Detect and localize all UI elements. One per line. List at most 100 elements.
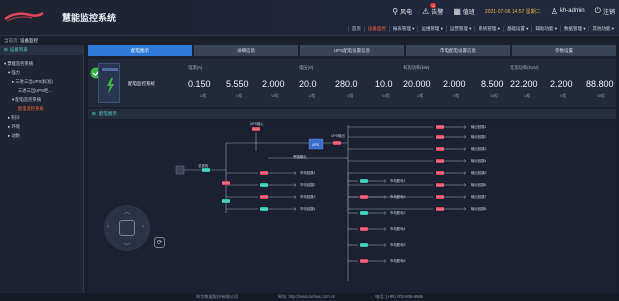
metric-value: 2.200: [550, 79, 573, 89]
tree-node[interactable]: ▾ 配电监控系统: [4, 95, 79, 104]
tree-node[interactable]: ▸ 环境: [4, 122, 79, 131]
tree-icon: ⊞: [4, 47, 8, 52]
nav-reports[interactable]: 报表管理 ▾: [388, 26, 418, 32]
device-tree: ▾ 慧能监控系统 ▾ 强力 ▸ 三进三出UPS(标准) 三进三出UPS柜... …: [0, 55, 83, 144]
nav-system[interactable]: 系统管理 ▾: [474, 26, 503, 32]
nav-other[interactable]: 其他功能 ▾: [588, 26, 617, 32]
diagram-title: 配电图示: [98, 111, 117, 116]
diagram-header: ⊞ 配电图示: [88, 109, 616, 119]
phase-label: V相: [346, 94, 354, 98]
mains-circuit-label: 市电回路4: [300, 206, 316, 211]
mains-distribution-label: 市电配电1: [390, 178, 406, 183]
phase-label: W相: [597, 94, 605, 98]
tab-details[interactable]: 详细信息: [194, 45, 298, 56]
nav-aux[interactable]: 辅助功能 ▾: [531, 26, 560, 32]
pan-up-icon[interactable]: ︿: [124, 207, 130, 216]
refresh-button[interactable]: ⟳: [154, 237, 165, 248]
flow-arrow-icon: [288, 171, 297, 175]
phase-label: V相: [452, 94, 460, 98]
phase-label: U相: [199, 94, 207, 98]
flow-arrow-icon: [288, 183, 297, 187]
user-name: kh-admin: [559, 8, 585, 14]
meter-icon: [175, 165, 185, 175]
tree-node[interactable]: ▸ 三进三出UPS(标准): [4, 77, 79, 86]
phase-label: U相: [416, 94, 424, 98]
nav-operations[interactable]: 运营管理 ▾: [445, 26, 475, 32]
footer-phone: 电话: (+86) 400-808-9986: [375, 294, 423, 299]
alarm-badge: 1: [430, 2, 437, 8]
main-input-label: 总进线: [198, 163, 209, 168]
tab-ups-settings[interactable]: UPS配电设置信息: [300, 45, 404, 56]
metric-value: 2.000: [443, 79, 466, 89]
mains-distribution-label: 市电配电4: [390, 226, 406, 231]
metric-reactive-power: 无功功率(kVar) 22.200 2.200 88.800 U相 V相 W相: [510, 59, 616, 107]
app-title: 慧能监控系统: [62, 13, 117, 23]
output-circuit-label: 输出回路8: [471, 206, 487, 211]
flow-arrow-icon: [378, 211, 387, 215]
metric-title: 有功功率(kW): [403, 65, 430, 70]
flow-arrow-icon: [458, 195, 467, 199]
bypass-label: 旁路输出: [293, 154, 307, 159]
mains-distribution-label: 市电配电2: [390, 194, 406, 199]
alarm-label: 告警: [431, 9, 444, 16]
cabinet-icon: [98, 63, 120, 103]
breadcrumb: 当前页: 设备监控: [4, 38, 38, 44]
tab-distribution-diagram[interactable]: 配电图示: [88, 45, 192, 56]
nav-home[interactable]: 首页: [347, 26, 364, 32]
tree-node[interactable]: ▾ 强力: [4, 68, 79, 77]
main-nav: 首页 设备监控 报表管理 ▾ 运维管理 ▾ 运营管理 ▾ 系统管理 ▾ 基础设置…: [347, 26, 617, 32]
nav-data[interactable]: 数据管理 ▾: [559, 26, 589, 32]
duty-action[interactable]: ▦ 值班: [453, 7, 475, 16]
tab-mains-settings[interactable]: 市电配电设置信息: [406, 45, 510, 56]
flow-arrow-icon: [458, 125, 467, 129]
sidebar-title: 设备列表: [9, 47, 28, 52]
output-circuit-label: 输出回路1: [471, 124, 487, 129]
pan-right-icon[interactable]: ›: [142, 224, 144, 230]
metric-title: 电压(V): [299, 65, 314, 70]
metric-title: 无功功率(kVar): [510, 65, 539, 70]
app-header: 慧能监控系统 ⚲ 风电 ⚠ 1 告警 ▦ 值班 2021-07-06 14:57…: [0, 0, 619, 36]
output-circuit-label: 输出回路5: [471, 170, 487, 175]
ups-output-label: UPS输出: [331, 133, 345, 138]
flow-arrow-icon: [288, 207, 297, 211]
pan-left-icon[interactable]: ‹: [107, 224, 109, 230]
nav-settings[interactable]: 基础设置 ▾: [502, 26, 532, 32]
wind-action[interactable]: ⚲ 风电: [392, 7, 412, 16]
flow-arrow-icon: [378, 243, 387, 247]
phase-label: W相: [382, 94, 390, 98]
nav-maintenance[interactable]: 运维管理 ▾: [417, 26, 446, 32]
metric-value: 10.0: [375, 79, 393, 89]
flow-arrow-icon: [378, 179, 387, 183]
alarm-action[interactable]: ⚠ 1 告警: [422, 2, 444, 16]
tree-node[interactable]: ▾ 慧能监控系统: [4, 59, 79, 68]
metric-value: 20.0: [299, 79, 317, 89]
metric-value: 280.0: [335, 79, 358, 89]
hierarchy-icon: ⚲: [392, 6, 399, 16]
pan-down-icon[interactable]: ﹀: [124, 241, 130, 250]
flow-arrow-icon: [458, 171, 467, 175]
duty-label: 值班: [462, 9, 475, 16]
user-icon: ♙: [550, 6, 558, 16]
metrics-panel: 配电监控系统 电流(A) 0.150 5.550 2.000 U相 V相 W相 …: [88, 59, 616, 107]
metric-value: 0.150: [188, 79, 211, 89]
zoom-center-button[interactable]: [119, 220, 135, 236]
tree-node[interactable]: 三进三出UPS柜...: [4, 86, 79, 95]
tree-node[interactable]: ▸ 制冷: [4, 113, 79, 122]
phase-label: U相: [308, 94, 316, 98]
tab-bar: 配电图示 详细信息 UPS配电设置信息 市电配电设置信息 参数设置: [88, 45, 616, 56]
datetime: 2021-07-06 14:57 星期二: [484, 8, 541, 15]
metric-value: 20.000: [403, 79, 431, 89]
sidebar-header: ⊞ 设备列表: [0, 45, 83, 55]
metric-current: 电流(A) 0.150 5.550 2.000 U相 V相 W相: [188, 59, 294, 107]
nav-device-monitor[interactable]: 设备监控: [363, 26, 389, 32]
tree-node-selected[interactable]: 配电监控系统: [4, 104, 79, 113]
tab-parameters[interactable]: 参数设置: [512, 45, 616, 56]
breadcrumb-prefix: 当前页:: [4, 38, 19, 43]
output-circuit-label: 输出回路7: [471, 194, 487, 199]
user-menu[interactable]: ♙ kh-admin: [551, 7, 585, 16]
logout-button[interactable]: ⏻ 注销: [595, 6, 615, 16]
logo-icon: [4, 11, 44, 22]
tree-node[interactable]: ▸ 动防: [4, 131, 79, 140]
pan-control[interactable]: ︿ ﹀ ‹ ›: [104, 205, 150, 251]
main-content: 配电图示 详细信息 UPS配电设置信息 市电配电设置信息 参数设置 配电监控系统…: [88, 45, 616, 293]
